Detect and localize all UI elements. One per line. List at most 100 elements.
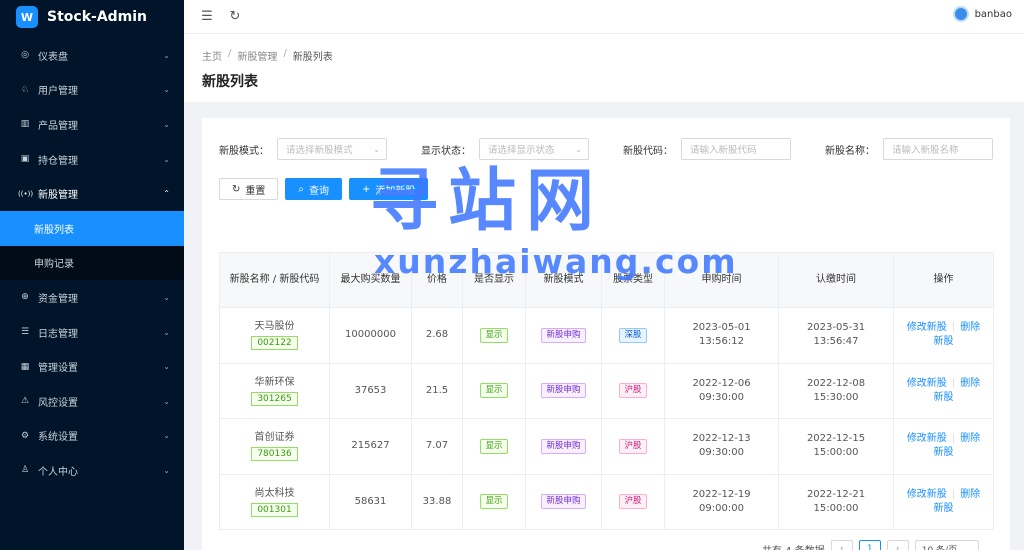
sidebar-item-admin-settings[interactable]: ▦ 管理设置 ⌄: [0, 349, 184, 384]
mode-badge: 新股申购: [541, 383, 586, 399]
sidebar-item-dashboard[interactable]: ◎ 仪表盘 ⌄: [0, 38, 184, 73]
col-price[interactable]: 价格: [411, 252, 463, 308]
col-show[interactable]: 是否显示: [462, 252, 526, 308]
cell-pay-time: 2022-12-21 15:00:00: [778, 473, 894, 530]
table-row: 尚太科技 001301 58631 33.88 显示 新股申购 沪股 2022-…: [219, 473, 994, 530]
col-max-qty[interactable]: 最大购买数量: [329, 252, 412, 308]
sidebar-item-users[interactable]: ♘ 用户管理 ⌄: [0, 73, 184, 108]
avatar: [952, 6, 969, 22]
cell-show: 显示: [462, 307, 526, 364]
sidebar-item-products[interactable]: ▥ 产品管理 ⌄: [0, 107, 184, 142]
sidebar-item-positions[interactable]: ▣ 持仓管理 ⌄: [0, 142, 184, 177]
cell-ops: 修改新股 | 删除 新股: [893, 473, 994, 530]
delete-ipo-link-cont[interactable]: 新股: [934, 503, 954, 514]
status-badge: 显示: [480, 494, 508, 510]
col-mode[interactable]: 新股模式: [525, 252, 602, 308]
refresh-icon[interactable]: ↻: [228, 9, 242, 24]
stock-name: 华新环保: [254, 376, 295, 388]
status-select[interactable]: 请选择显示状态 ⌄: [479, 138, 589, 160]
sidebar-item-label: 系统设置: [38, 432, 78, 444]
reset-button[interactable]: ↻ 重置: [219, 178, 279, 200]
delete-ipo-link-cont[interactable]: 新股: [934, 392, 954, 403]
stock-name: 尚太科技: [254, 487, 295, 499]
col-pay-time[interactable]: 认缴时间: [778, 252, 894, 308]
delete-ipo-link-cont[interactable]: 新股: [934, 447, 954, 458]
mode-select-placeholder: 请选择新股模式: [286, 145, 353, 156]
breadcrumb-parent[interactable]: 新股管理: [237, 48, 277, 63]
chevron-down-icon: ⌄: [163, 154, 170, 164]
code-input[interactable]: 请输入新股代码: [681, 138, 791, 160]
delete-ipo-link[interactable]: 删除: [960, 322, 980, 333]
sidebar-item-label: 持仓管理: [38, 155, 78, 167]
edit-ipo-link[interactable]: 修改新股: [907, 322, 947, 333]
type-badge: 沪股: [619, 438, 647, 454]
col-type[interactable]: 股票类型: [601, 252, 665, 308]
chevron-down-icon: ⌄: [373, 144, 380, 154]
sidebar-item-subscription-records[interactable]: 申购记录: [0, 246, 184, 281]
user-icon: ♘: [20, 84, 30, 95]
cell-apply-time: 2022-12-19 09:00:00: [664, 473, 779, 530]
apply-date: 2022-12-06: [692, 377, 751, 389]
reset-icon: ↻: [232, 183, 241, 195]
page-number-button[interactable]: 1: [858, 540, 881, 550]
pay-clock: 13:56:47: [813, 336, 859, 348]
pay-date: 2022-12-15: [806, 433, 866, 445]
pay-clock: 15:00:00: [813, 502, 859, 514]
breadcrumb-separator: /: [228, 48, 232, 59]
gear-icon: ⚙: [20, 430, 30, 441]
pagination-total: 共有 4 条数据: [762, 542, 825, 550]
pay-date: 2022-12-08: [806, 377, 866, 389]
add-ipo-button[interactable]: + 添加新股: [349, 178, 429, 200]
logo-icon: W: [16, 6, 38, 28]
username: banbao: [974, 8, 1012, 20]
filter-code-label: 新股代码：: [623, 145, 673, 157]
delete-ipo-link[interactable]: 删除: [960, 378, 980, 389]
edit-ipo-link[interactable]: 修改新股: [907, 378, 947, 389]
sidebar-item-system-settings[interactable]: ⚙ 系统设置 ⌄: [0, 419, 184, 454]
next-page-button[interactable]: ›: [886, 540, 909, 550]
prev-page-button[interactable]: ‹: [830, 540, 853, 550]
menu-fold-icon[interactable]: ☰: [200, 9, 214, 24]
delete-ipo-link-cont[interactable]: 新股: [934, 336, 954, 347]
cell-mode: 新股申购: [525, 307, 602, 364]
grid-icon: ▦: [20, 361, 30, 372]
sidebar-item-label: 管理设置: [38, 363, 78, 375]
chevron-down-icon: ⌄: [163, 431, 170, 441]
status-select-placeholder: 请选择显示状态: [488, 145, 555, 156]
page-size-select[interactable]: 10 条/页: [914, 540, 979, 550]
content-card: 新股模式： 请选择新股模式 ⌄ 显示状态： 请选择显示状态 ⌄ 新股代码： 请输…: [202, 118, 1010, 550]
col-name-code[interactable]: 新股名称 / 新股代码: [219, 252, 330, 308]
sidebar-item-ipo-list[interactable]: 新股列表: [0, 210, 184, 246]
sidebar-item-profile[interactable]: ♙ 个人中心 ⌄: [0, 453, 184, 488]
user-menu[interactable]: banbao: [952, 6, 1012, 22]
mode-select[interactable]: 请选择新股模式 ⌄: [277, 138, 387, 160]
status-badge: 显示: [480, 327, 508, 343]
breadcrumb-home[interactable]: 主页: [202, 48, 222, 63]
sidebar-item-ipo[interactable]: ((•)) 新股管理 ⌃: [0, 176, 184, 211]
chevron-down-icon: ⌄: [163, 327, 170, 337]
search-button[interactable]: ⌕ 查询: [285, 178, 342, 200]
brand[interactable]: W Stock-Admin: [0, 0, 184, 34]
stock-code-tag: 002122: [251, 336, 298, 351]
divider: |: [951, 322, 956, 334]
funds-icon: ⊕: [21, 292, 29, 303]
name-input[interactable]: 请输入新股名称: [883, 138, 993, 160]
cell-max-qty: 37653: [329, 362, 412, 419]
edit-ipo-link[interactable]: 修改新股: [907, 489, 947, 500]
delete-ipo-link[interactable]: 删除: [960, 489, 980, 500]
sidebar-item-funds[interactable]: ⊕ 资金管理 ⌄: [0, 280, 184, 315]
sidebar-item-logs[interactable]: ☰ 日志管理 ⌄: [0, 315, 184, 350]
cell-mode: 新股申购: [525, 473, 602, 530]
chevron-down-icon: ⌄: [163, 362, 170, 372]
person-icon: ♙: [20, 465, 30, 476]
delete-ipo-link[interactable]: 删除: [960, 433, 980, 444]
cell-pay-time: 2022-12-15 15:00:00: [778, 418, 894, 475]
page-title: 新股列表: [202, 74, 258, 90]
col-apply-time[interactable]: 申购时间: [664, 252, 779, 308]
table-row: 天马股份 002122 10000000 2.68 显示 新股申购 深股 202…: [219, 307, 994, 364]
edit-ipo-link[interactable]: 修改新股: [907, 433, 947, 444]
breadcrumb-separator: /: [283, 48, 287, 59]
sidebar-item-risk-settings[interactable]: ⚠ 风控设置 ⌄: [0, 384, 184, 419]
cell-price: 21.5: [411, 362, 463, 419]
filter-status: 显示状态： 请选择显示状态 ⌄: [421, 138, 589, 160]
